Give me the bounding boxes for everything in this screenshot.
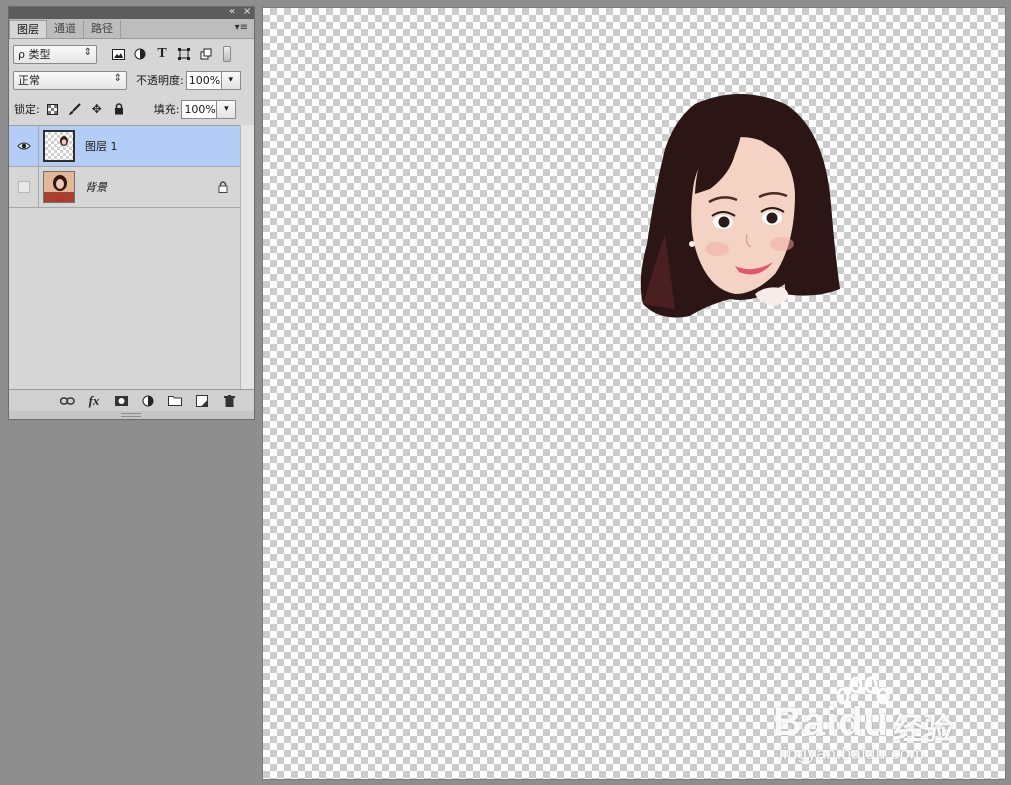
lock-transparent-icon[interactable] xyxy=(44,100,62,118)
visibility-toggle[interactable] xyxy=(9,125,39,167)
lock-pixels-icon[interactable] xyxy=(66,100,84,118)
trash-icon[interactable] xyxy=(220,393,238,409)
watermark-brand-text: Bai xyxy=(773,700,839,744)
layers-list: 图层 1 背景 xyxy=(9,125,240,393)
fx-label: fx xyxy=(88,392,100,408)
watermark-url: jingyan.baidu.com xyxy=(779,744,925,763)
new-layer-icon[interactable] xyxy=(193,393,211,409)
layers-bottom-bar: fx xyxy=(9,389,254,411)
fx-icon[interactable]: fx xyxy=(85,393,103,409)
fill-dropdown-icon[interactable]: ▾ xyxy=(217,99,237,119)
select-arrow-icon: ⇕ xyxy=(83,46,92,58)
layer-row-layer1[interactable]: 图层 1 xyxy=(9,125,240,167)
watermark-brand: Baidu xyxy=(773,700,889,745)
tab-channels[interactable]: 通道 xyxy=(47,20,84,38)
mask-icon[interactable] xyxy=(112,393,130,409)
lock-row: 锁定: ✥ 填充: 100% ▾ xyxy=(9,96,254,122)
select-arrow-icon: ⇕ xyxy=(113,72,122,84)
panel-titlebar: « × xyxy=(9,6,254,19)
smart-object-filter-icon[interactable] xyxy=(197,45,215,63)
baidu-jingyan-watermark: Baidu 经验 jingyan.baidu.com xyxy=(773,676,993,766)
blend-row: 正常 ⇕ 不透明度: 100% ▾ xyxy=(9,67,254,93)
layer-name[interactable]: 图层 1 xyxy=(85,138,118,154)
lock-all-icon[interactable] xyxy=(110,100,128,118)
layer-thumbnail xyxy=(43,130,75,162)
layers-scrollbar[interactable] xyxy=(240,125,254,393)
image-filter-icon[interactable] xyxy=(109,45,127,63)
fill-input[interactable]: 100% xyxy=(181,99,218,119)
lock-icon xyxy=(218,181,228,196)
lock-position-icon[interactable]: ✥ xyxy=(88,100,106,118)
lock-label: 锁定: xyxy=(14,103,40,116)
document-canvas[interactable]: Baidu 经验 jingyan.baidu.com xyxy=(263,8,1005,779)
link-icon[interactable] xyxy=(58,393,76,409)
opacity-input[interactable]: 100% xyxy=(185,70,222,90)
layer-name[interactable]: 背景 xyxy=(85,179,107,195)
filter-toggle[interactable] xyxy=(223,46,231,62)
visibility-off-icon xyxy=(17,181,30,193)
filter-type-select[interactable]: ρ 类型 ⇕ xyxy=(13,44,97,64)
adjustment-filter-icon[interactable] xyxy=(131,45,149,63)
layer-row-background[interactable]: 背景 xyxy=(9,166,240,208)
eye-icon xyxy=(16,142,31,150)
layers-panel: « × 图层 通道 路径 ▾≡ ρ 类型 ⇕ T 正常 ⇕ 不透明度: 100%… xyxy=(8,6,255,420)
watermark-brand-cn: 经验 xyxy=(893,712,953,747)
panel-resize-grip[interactable] xyxy=(9,411,254,419)
filter-row: ρ 类型 ⇕ T xyxy=(9,41,254,67)
panel-menu-icon[interactable]: ▾≡ xyxy=(235,22,248,33)
type-filter-icon[interactable]: T xyxy=(153,45,171,63)
tab-paths[interactable]: 路径 xyxy=(84,20,121,38)
panel-tabs: 图层 通道 路径 ▾≡ xyxy=(9,19,254,39)
portrait-cutout xyxy=(640,94,840,318)
adjustment-icon[interactable] xyxy=(139,393,157,409)
opacity-label: 不透明度: xyxy=(136,74,184,87)
collapse-icon[interactable]: « xyxy=(229,6,235,18)
layer-thumbnail xyxy=(43,171,75,203)
visibility-toggle[interactable] xyxy=(9,166,39,208)
blend-mode-select[interactable]: 正常 ⇕ xyxy=(13,70,127,90)
blend-mode-value: 正常 xyxy=(18,74,40,87)
close-icon[interactable]: × xyxy=(243,6,251,18)
opacity-dropdown-icon[interactable]: ▾ xyxy=(221,70,241,90)
watermark-brand-suffix: du xyxy=(838,700,890,744)
fill-label: 填充: xyxy=(153,103,180,116)
shape-filter-icon[interactable] xyxy=(175,45,193,63)
filter-type-label: ρ 类型 xyxy=(18,48,51,61)
folder-icon[interactable] xyxy=(166,393,184,409)
tab-layers[interactable]: 图层 xyxy=(9,20,47,38)
